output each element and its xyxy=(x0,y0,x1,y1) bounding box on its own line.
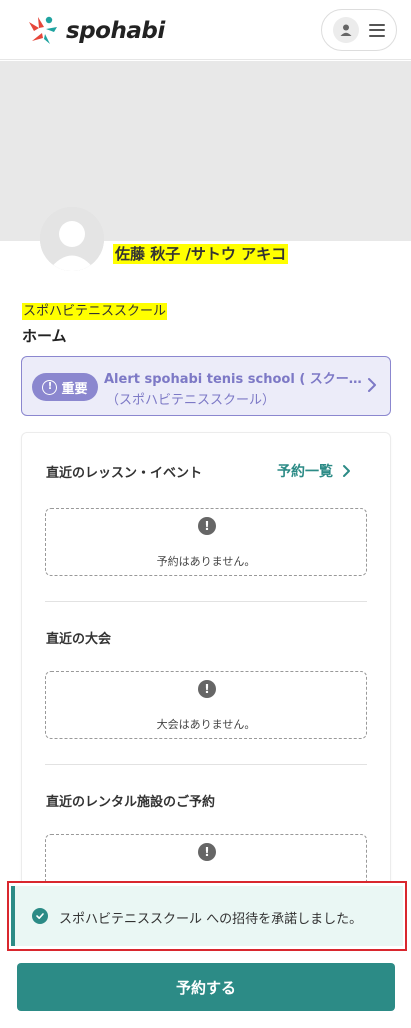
exclamation-circle-icon: ! xyxy=(198,680,216,698)
divider xyxy=(45,764,367,765)
toast-body: スポハビテニススクール への招待を承諾しました。 xyxy=(11,886,403,946)
profile-avatar xyxy=(40,207,104,271)
reserve-button[interactable]: 予約する xyxy=(17,963,395,1011)
empty-tournaments-message: 大会はありません。 xyxy=(156,718,256,731)
alert-subtitle: （スポハビテニススクール） xyxy=(106,393,276,408)
empty-lessons-box: ! 予約はありません。 xyxy=(45,508,367,576)
user-menu-button[interactable] xyxy=(321,9,397,51)
exclamation-circle-icon: ! xyxy=(198,843,216,861)
app-header: spohabi xyxy=(0,0,411,60)
logo-text: spohabi xyxy=(66,18,165,44)
upcoming-lessons-title: 直近のレッスン・イベント xyxy=(46,466,203,481)
important-alert[interactable]: ! 重要 Alert spohabi tenis school ( スクール… … xyxy=(21,356,391,416)
dashboard-card: 直近のレッスン・イベント 予約一覧 ! 予約はありません。 直近の大会 ! 大会… xyxy=(21,432,391,902)
alert-title: Alert spohabi tenis school ( スクール… xyxy=(104,372,364,387)
empty-lessons-message: 予約はありません。 xyxy=(156,555,256,568)
person-icon xyxy=(40,207,104,271)
upcoming-tournaments-title: 直近の大会 xyxy=(46,632,112,647)
important-badge: ! 重要 xyxy=(32,373,98,401)
exclamation-circle-icon: ! xyxy=(198,517,216,535)
upcoming-rentals-title: 直近のレンタル施設のご予約 xyxy=(46,795,216,810)
important-badge-label: 重要 xyxy=(61,381,88,397)
check-circle-icon xyxy=(32,908,48,924)
exclamation-icon: ! xyxy=(42,379,58,395)
hamburger-menu-icon xyxy=(369,23,385,37)
page-title: ホーム xyxy=(22,327,67,345)
reservation-list-label: 予約一覧 xyxy=(277,464,333,480)
chevron-right-icon xyxy=(368,378,376,392)
logo[interactable]: spohabi xyxy=(26,15,165,47)
divider xyxy=(45,601,367,602)
school-name: スポハビテニススクール xyxy=(22,303,168,320)
toast-message: スポハビテニススクール への招待を承諾しました。 xyxy=(59,912,363,927)
success-toast: スポハビテニススクール への招待を承諾しました。 xyxy=(7,881,407,951)
spohabi-logo-icon xyxy=(29,16,57,44)
chevron-right-icon xyxy=(343,465,350,477)
empty-tournaments-box: ! 大会はありません。 xyxy=(45,671,367,739)
reservation-list-link[interactable]: 予約一覧 xyxy=(277,461,353,481)
user-avatar-icon xyxy=(333,17,359,43)
profile-name: 佐藤 秋子 /サトウ アキコ xyxy=(113,244,289,264)
